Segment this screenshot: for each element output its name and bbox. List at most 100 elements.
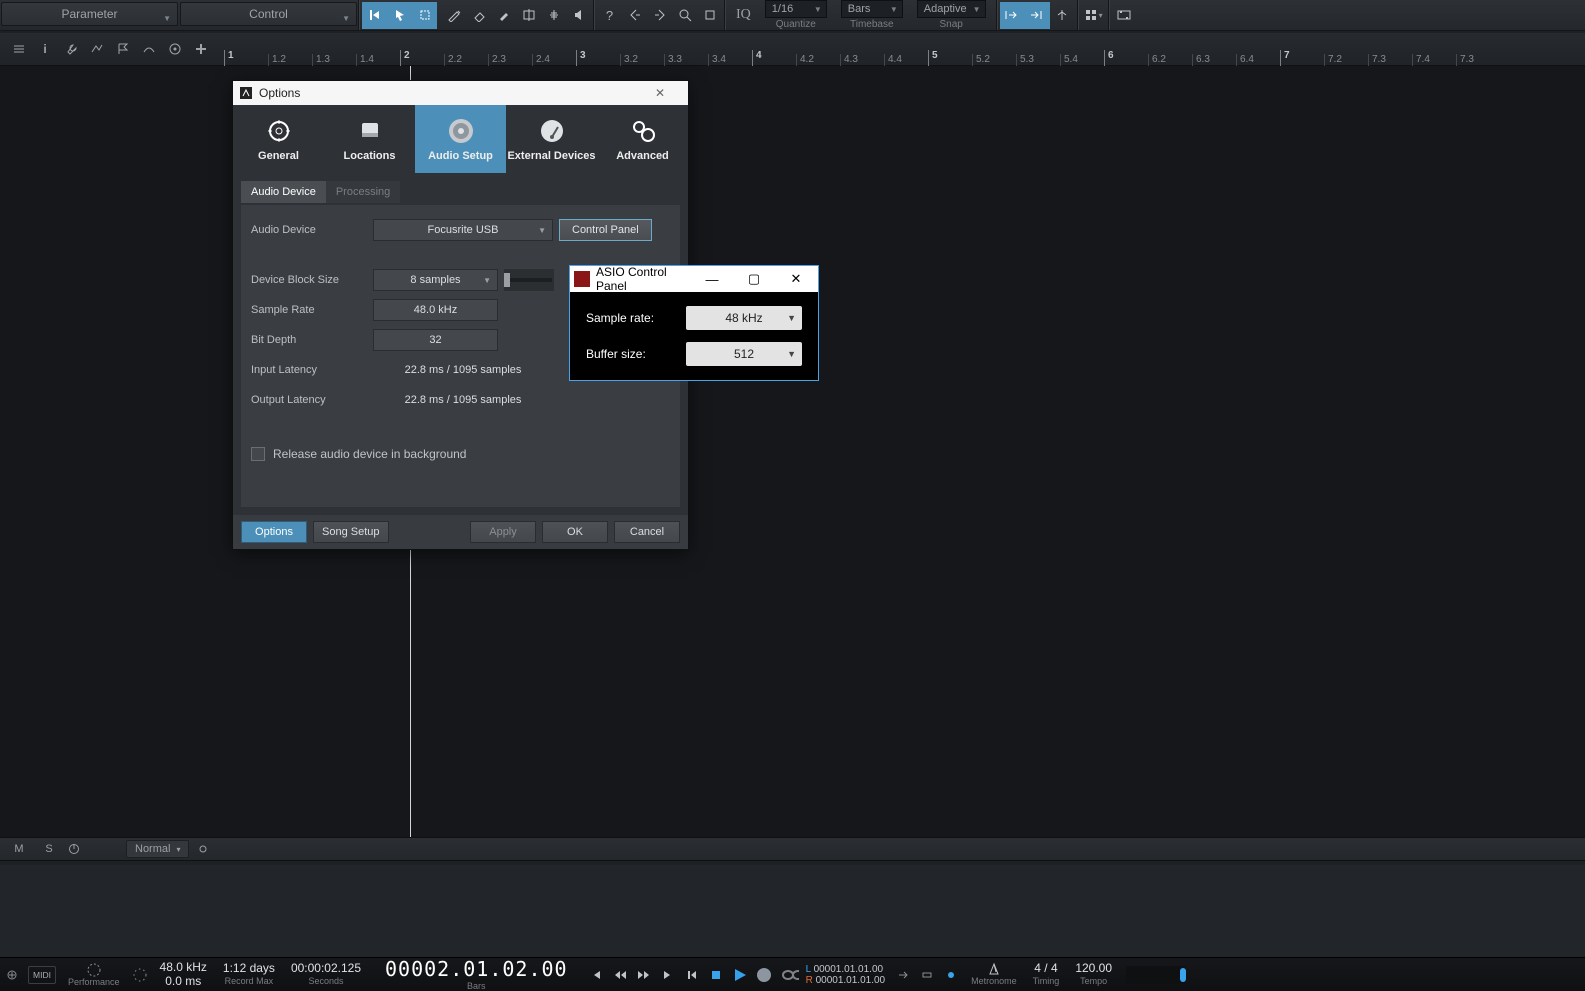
view-group: ▾ — [1079, 0, 1108, 30]
return-to-start-button[interactable] — [681, 964, 703, 986]
options-titlebar[interactable]: Options ✕ — [233, 81, 688, 105]
iq-label: IQ — [732, 7, 755, 23]
video-icon[interactable] — [1112, 2, 1137, 29]
bit-depth-label: Bit Depth — [251, 334, 373, 346]
control-panel-button[interactable]: Control Panel — [559, 219, 652, 241]
automation-mode-select[interactable]: Normal ▾ — [126, 840, 189, 858]
info-icon[interactable]: i — [34, 38, 56, 60]
apply-button[interactable]: Apply — [470, 521, 536, 543]
output-latency-label: Output Latency — [251, 394, 373, 406]
options-tab-locations[interactable]: Locations — [324, 105, 415, 173]
block-size-select[interactable]: 8 samples ▼ — [373, 269, 498, 291]
plus-icon[interactable] — [190, 38, 212, 60]
preroll-icon[interactable] — [892, 964, 914, 986]
grid-view-icon[interactable]: ▾ — [1081, 2, 1106, 29]
output-meter[interactable] — [1126, 966, 1186, 984]
subtab-audio-device[interactable]: Audio Device — [241, 181, 326, 203]
pencil-tool[interactable] — [441, 2, 466, 29]
song-setup-button[interactable]: Song Setup — [313, 521, 389, 543]
asio-titlebar[interactable]: ASIO Control Panel — ▢ ✕ — [570, 266, 818, 292]
prev-marker-button[interactable] — [585, 964, 607, 986]
automation-control-dropdown[interactable]: Control ▼ — [180, 2, 357, 26]
subtab-processing[interactable]: Processing — [326, 181, 400, 203]
close-icon[interactable]: ✕ — [778, 271, 814, 287]
release-bg-row[interactable]: Release audio device in background — [251, 443, 670, 465]
input-latency-value: 22.8 ms / 1095 samples — [373, 359, 553, 381]
paint-tool[interactable] — [491, 2, 516, 29]
ok-button[interactable]: OK — [542, 521, 608, 543]
magnify-icon[interactable] — [672, 2, 697, 29]
bend-tool-icon[interactable] — [138, 38, 160, 60]
options-tab-audio-setup[interactable]: Audio Setup — [415, 105, 506, 173]
asio-sample-rate-select[interactable]: 48 kHz ▼ — [686, 306, 802, 330]
timing-readout[interactable]: 4 / 4 Timing — [1025, 962, 1068, 986]
snap-events-icon[interactable] — [1050, 2, 1075, 29]
listen-tool[interactable] — [566, 2, 591, 29]
solo-all-button[interactable]: S — [38, 843, 60, 855]
seconds-readout[interactable]: 00:00:02.125 Seconds — [283, 962, 369, 986]
maximize-icon[interactable]: ▢ — [736, 271, 772, 287]
snap-end-icon[interactable] — [1025, 2, 1050, 29]
asio-title: ASIO Control Panel — [596, 265, 688, 293]
rewind-button[interactable] — [609, 964, 631, 986]
tab-icon — [264, 116, 294, 146]
release-bg-label: Release audio device in background — [273, 447, 466, 461]
snap-select[interactable]: Adaptive▼ — [917, 0, 986, 18]
bars-readout[interactable]: 00002.01.02.00 Bars — [369, 958, 584, 991]
metronome-block[interactable]: Metronome — [963, 962, 1025, 986]
asio-buffer-size-select[interactable]: 512 ▼ — [686, 342, 802, 366]
target-icon[interactable] — [164, 38, 186, 60]
macro-icon[interactable] — [697, 2, 722, 29]
autopunch-icon[interactable] — [916, 964, 938, 986]
options-category-tabs: GeneralLocationsAudio SetupExternal Devi… — [233, 105, 688, 173]
options-title: Options — [259, 86, 632, 100]
arrow-tool[interactable] — [387, 2, 412, 29]
forward-button[interactable] — [633, 964, 655, 986]
link-icon[interactable] — [197, 843, 219, 855]
asio-sample-rate-label: Sample rate: — [586, 311, 686, 325]
release-bg-checkbox[interactable] — [251, 447, 265, 461]
performance-meter[interactable]: Performance — [60, 961, 128, 987]
loop-button[interactable] — [777, 964, 799, 986]
tempo-readout[interactable]: 120.00 Tempo — [1067, 962, 1120, 986]
loop-markers-readout[interactable]: 00001.01.01.00 00001.01.01.00 — [800, 964, 892, 986]
audio-device-select[interactable]: Focusrite USB ▼ — [373, 219, 553, 241]
eraser-tool[interactable] — [466, 2, 491, 29]
play-button[interactable] — [729, 964, 751, 986]
options-app-icon — [239, 86, 253, 100]
cancel-button[interactable]: Cancel — [614, 521, 680, 543]
skip-fwd-icon[interactable] — [647, 2, 672, 29]
stop-button[interactable] — [705, 964, 727, 986]
timebase-select[interactable]: Bars▼ — [841, 0, 903, 18]
mute-all-button[interactable]: M — [8, 843, 30, 855]
flag-icon[interactable] — [112, 38, 134, 60]
envelope-line-icon[interactable] — [86, 38, 108, 60]
click-dot-icon[interactable] — [940, 964, 962, 986]
quantize-select[interactable]: 1/16▼ — [765, 0, 827, 18]
close-icon[interactable]: ✕ — [638, 86, 682, 100]
skip-back-icon[interactable] — [622, 2, 647, 29]
snap-on-icon[interactable] — [1000, 2, 1025, 29]
expand-transport-icon[interactable] — [1, 964, 23, 986]
next-marker-button[interactable] — [657, 964, 679, 986]
list-icon[interactable] — [8, 38, 30, 60]
sample-rate-value: 48.0 kHz — [373, 299, 498, 321]
range-tool[interactable] — [412, 2, 437, 29]
edit-toolbar: i — [0, 33, 1585, 66]
automation-parameter-dropdown[interactable]: Parameter ▼ — [1, 2, 178, 26]
wrench-icon[interactable] — [60, 38, 82, 60]
power-icon[interactable] — [68, 843, 90, 855]
options-tab-external-devices[interactable]: External Devices — [506, 105, 597, 173]
midi-indicator[interactable]: MIDI — [28, 966, 56, 984]
help-cursor-icon[interactable]: ? — [597, 2, 622, 29]
block-size-slider[interactable] — [504, 269, 554, 291]
mute-tool[interactable] — [541, 2, 566, 29]
marker-start-tool[interactable] — [362, 2, 387, 29]
options-button[interactable]: Options — [241, 521, 307, 543]
split-tool[interactable] — [516, 2, 541, 29]
record-button[interactable] — [753, 964, 775, 986]
quantize-group: IQ 1/16▼ Quantize Bars▼ Timebase Adaptiv… — [726, 0, 996, 30]
options-tab-advanced[interactable]: Advanced — [597, 105, 688, 173]
minimize-icon[interactable]: — — [694, 272, 730, 287]
options-tab-general[interactable]: General — [233, 105, 324, 173]
